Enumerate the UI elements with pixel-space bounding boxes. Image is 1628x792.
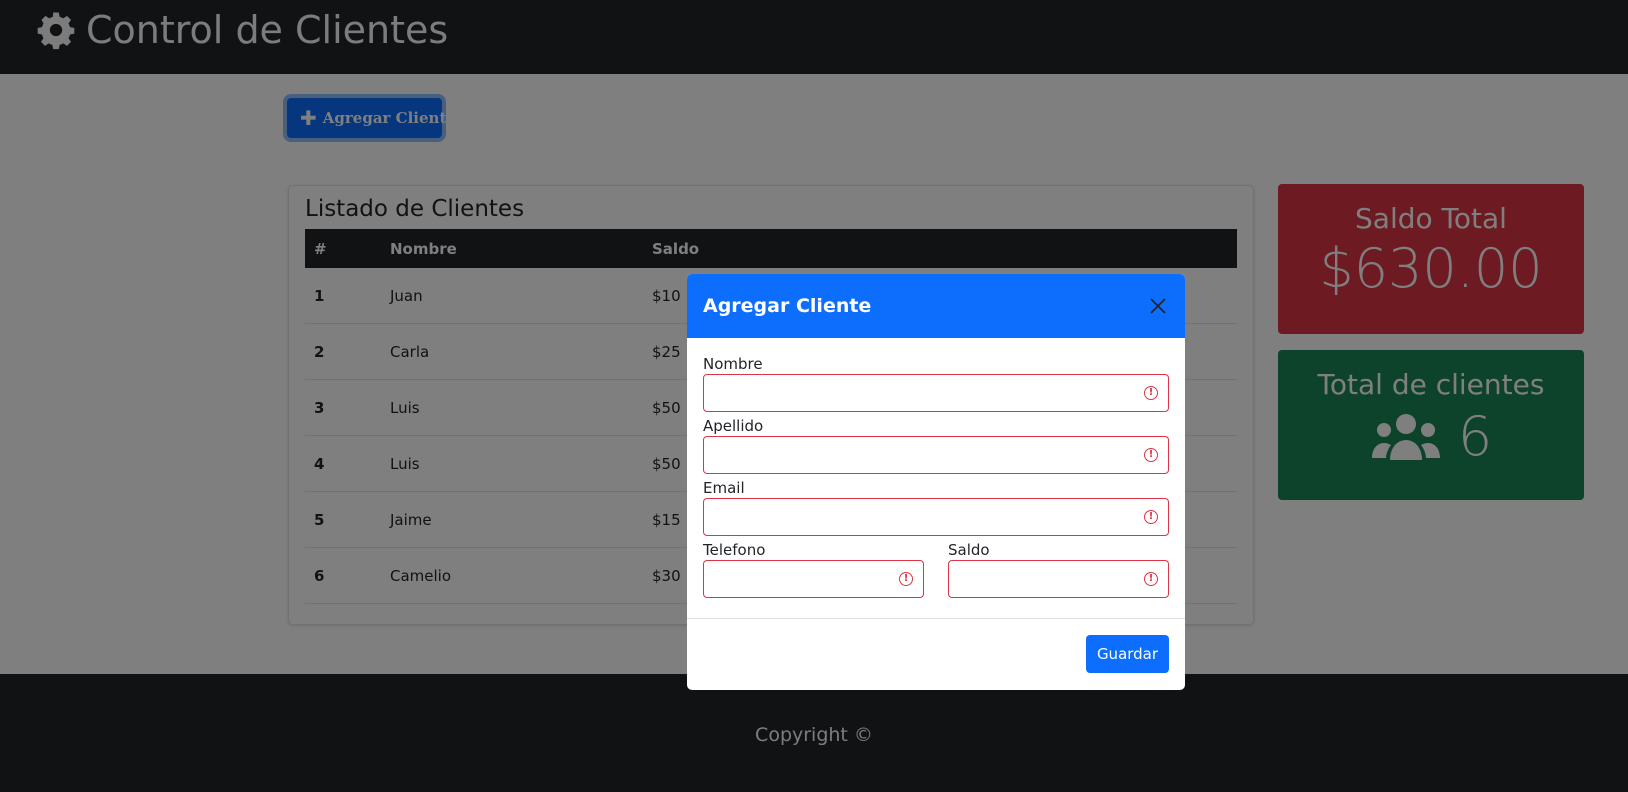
- saldo-input[interactable]: [949, 561, 1168, 597]
- email-label: Email: [703, 479, 745, 497]
- saldo-label: Saldo: [948, 541, 990, 559]
- close-button[interactable]: [1147, 295, 1169, 317]
- modal-footer-divider: [687, 618, 1185, 619]
- invalid-warning-icon: !: [1144, 448, 1158, 462]
- save-button[interactable]: Guardar: [1086, 635, 1169, 673]
- modal-body: Nombre ! Apellido ! Email ! Telefono ! S…: [703, 354, 1169, 602]
- invalid-warning-icon: !: [1144, 572, 1158, 586]
- modal-header: Agregar Cliente: [687, 274, 1185, 338]
- close-icon: [1150, 298, 1166, 314]
- telefono-group: Telefono !: [703, 540, 924, 602]
- apellido-label: Apellido: [703, 417, 764, 435]
- apellido-input[interactable]: [704, 437, 1168, 473]
- invalid-warning-icon: !: [1144, 386, 1158, 400]
- apellido-field-wrapper: !: [703, 436, 1169, 474]
- add-client-modal: Agregar Cliente Nombre ! Apellido ! Emai…: [687, 274, 1185, 690]
- telefono-label: Telefono: [703, 541, 766, 559]
- nombre-input[interactable]: [704, 375, 1168, 411]
- saldo-group: Saldo !: [948, 540, 1169, 602]
- email-field-wrapper: !: [703, 498, 1169, 536]
- telefono-input[interactable]: [704, 561, 923, 597]
- invalid-warning-icon: !: [1144, 510, 1158, 524]
- email-input[interactable]: [704, 499, 1168, 535]
- nombre-label: Nombre: [703, 355, 763, 373]
- telefono-field-wrapper: !: [703, 560, 924, 598]
- telefono-saldo-row: Telefono ! Saldo !: [703, 540, 1169, 602]
- invalid-warning-icon: !: [899, 572, 913, 586]
- nombre-field-wrapper: !: [703, 374, 1169, 412]
- saldo-field-wrapper: !: [948, 560, 1169, 598]
- modal-title: Agregar Cliente: [703, 295, 872, 317]
